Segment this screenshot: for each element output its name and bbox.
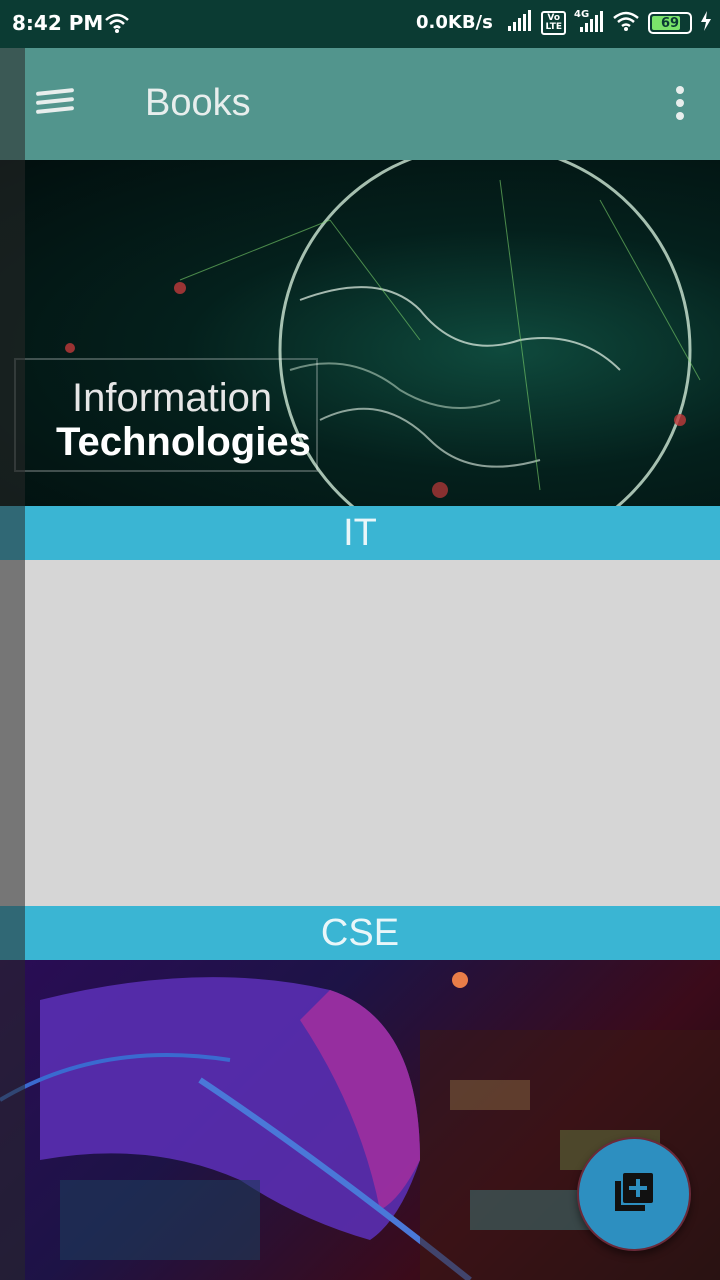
it-caption-line2: Technologies [56,420,311,464]
wifi-icon [104,12,130,38]
status-icons: Vo LTE 4G 69 [507,8,712,36]
signal-icon [507,10,533,36]
network-type-icon: 4G [574,8,604,36]
cse-card-label[interactable]: CSE [0,906,720,960]
battery-level: 69 [660,15,680,31]
placeholder-card-image[interactable] [0,560,720,906]
it-card-label[interactable]: IT [0,506,720,560]
network-speed: 0.0KB/s [416,12,493,33]
status-bar: 8:42 PM 0.0KB/s Vo LTE 4G 69 [0,0,720,48]
page-title: Books [145,82,251,124]
wifi-icon [612,10,640,36]
it-card-image[interactable]: Information Technologies [0,160,720,506]
menu-icon[interactable] [34,86,78,122]
library-add-icon [613,1171,655,1218]
volte-icon: Vo LTE [541,11,566,35]
battery-icon: 69 [648,12,692,34]
drawer-edge-scrim[interactable] [0,48,25,1280]
it-image-caption: Information Technologies [14,358,318,472]
network-type-label: 4G [574,8,590,20]
app-bar: Books [0,48,720,160]
add-book-button[interactable] [577,1137,691,1251]
more-vert-icon[interactable] [670,86,690,122]
status-time: 8:42 PM [12,11,104,35]
charging-icon [700,11,712,35]
it-caption-line1: Information [72,376,273,420]
